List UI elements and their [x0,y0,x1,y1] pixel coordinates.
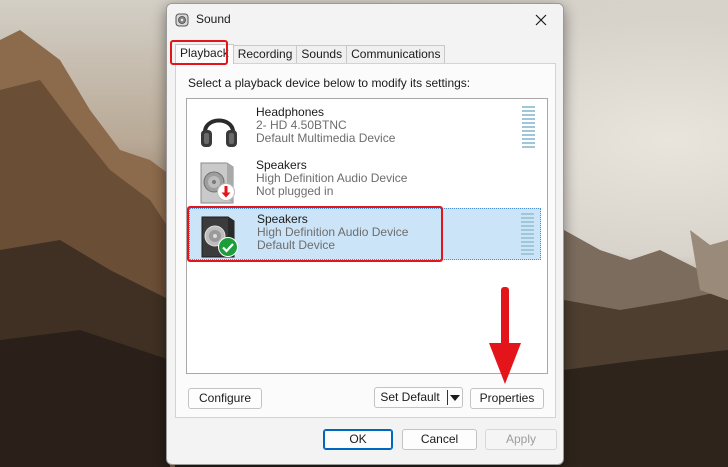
configure-button[interactable]: Configure [188,388,262,409]
default-check-icon [218,237,238,257]
speaker-icon [175,13,189,27]
close-button[interactable] [521,6,561,34]
window-title: Sound [196,12,231,26]
headphones-icon [201,118,237,147]
down-arrow-annotation-icon [489,287,521,384]
properties-button[interactable]: Properties [470,388,544,409]
volume-level-meter [521,213,534,255]
tab-strip: Playback Recording Sounds Communications [175,44,446,64]
device-item-speakers-default[interactable]: Speakers High Definition Audio Device De… [189,208,541,260]
device-status: Not plugged in [256,184,334,198]
tab-recording[interactable]: Recording [232,45,298,64]
close-icon [535,14,547,26]
panel-instruction: Select a playback device below to modify… [188,76,471,90]
device-item-speakers-unplugged[interactable]: Speakers High Definition Audio Device No… [189,155,541,207]
tab-sounds[interactable]: Sounds [296,45,348,64]
apply-button[interactable]: Apply [485,429,557,450]
device-status: Default Multimedia Device [256,131,396,145]
dropdown-arrow-icon[interactable] [450,394,460,402]
set-default-split-button[interactable]: Set Default [374,387,463,408]
set-default-button[interactable]: Set Default [375,388,445,407]
tab-playback[interactable]: Playback [175,44,234,64]
volume-level-meter [522,106,535,148]
device-item-headphones[interactable]: Headphones 2- HD 4.50BTNC Default Multim… [189,102,541,154]
tab-communications[interactable]: Communications [346,45,446,64]
unplugged-down-arrow-icon [217,183,235,201]
ok-button[interactable]: OK [323,429,393,450]
cancel-button[interactable]: Cancel [402,429,477,450]
sound-dialog: Sound Playback Recording Sounds Communic… [166,3,564,465]
title-bar: Sound [167,4,563,36]
device-status: Default Device [257,238,336,252]
